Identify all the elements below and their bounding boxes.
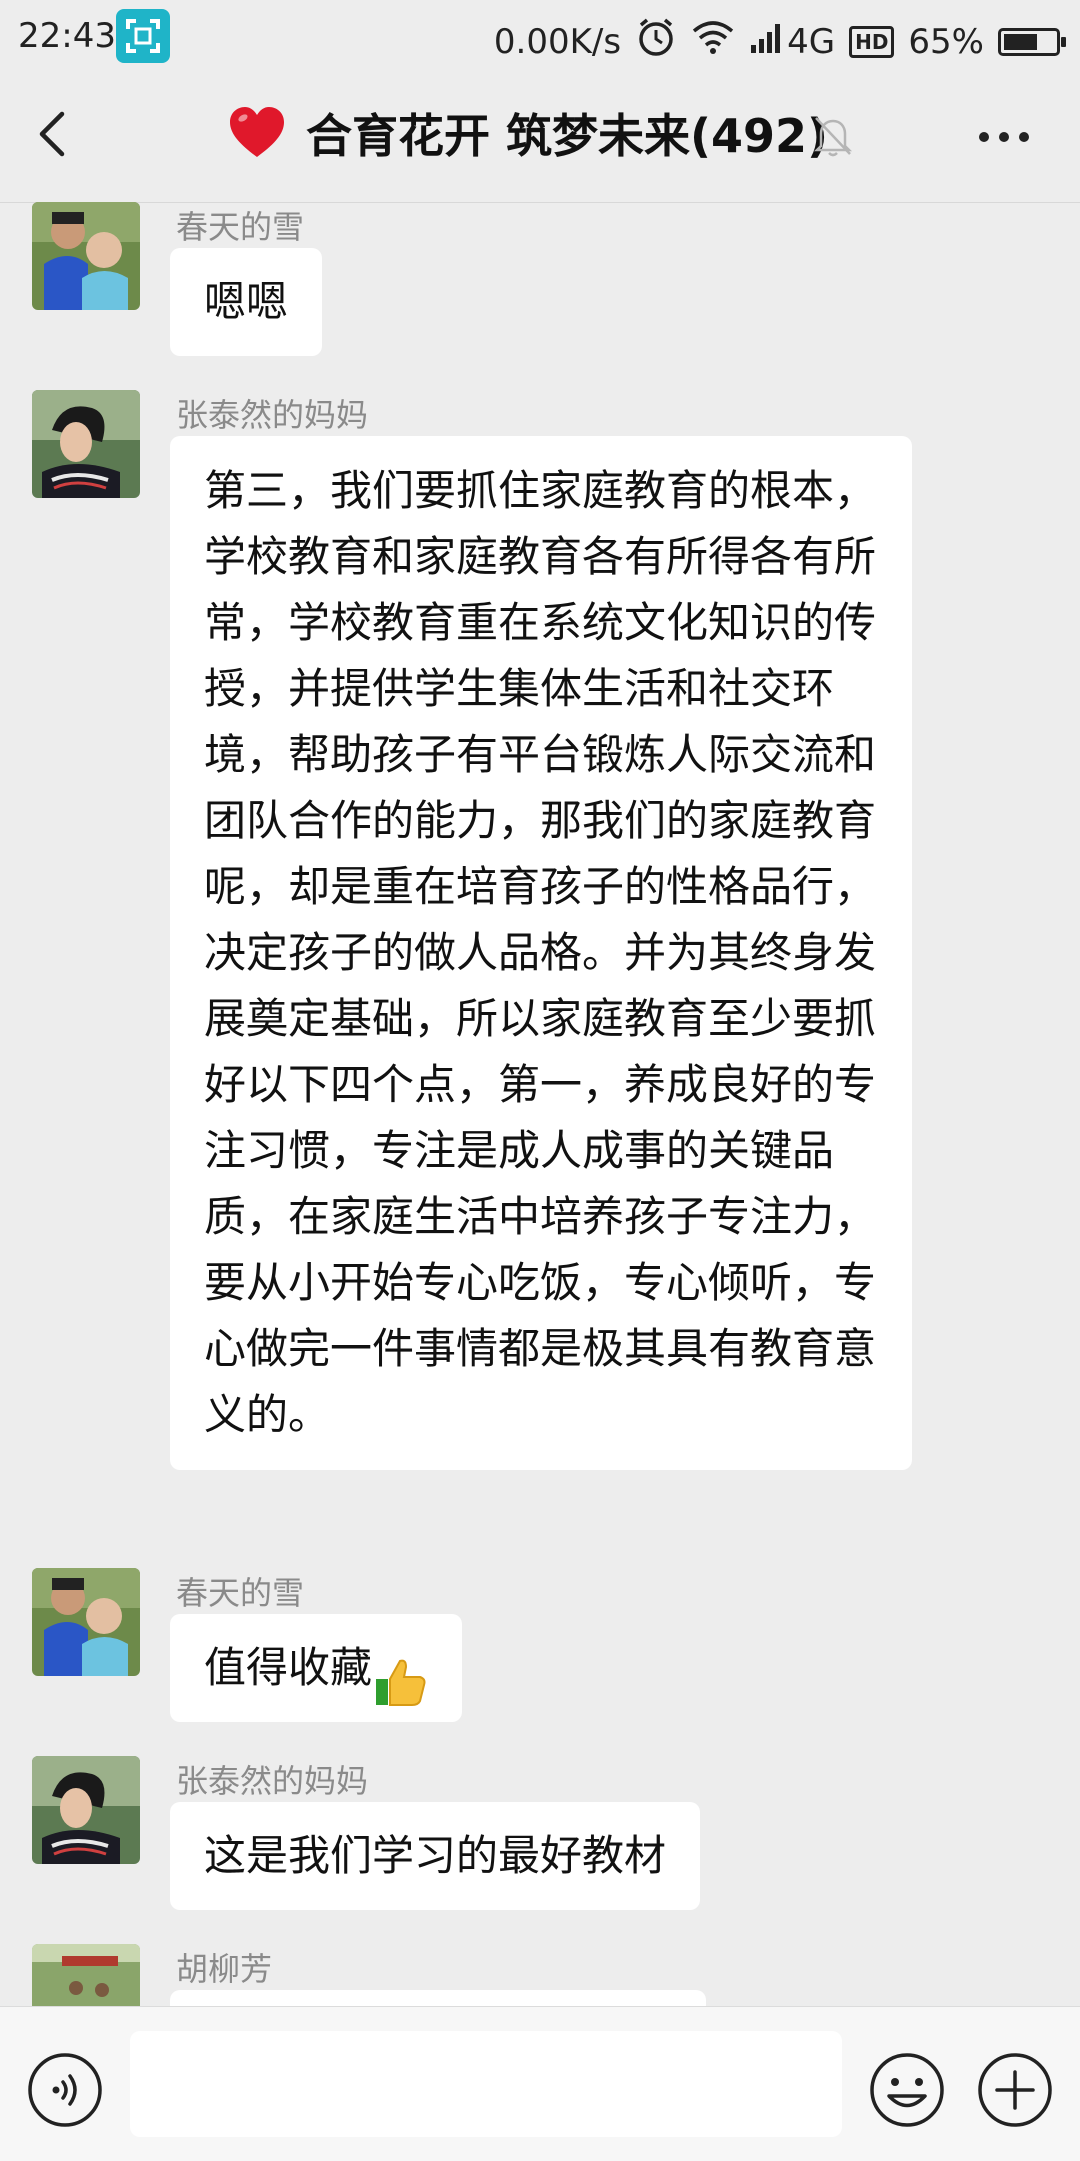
sender-name: 春天的雪 — [176, 1574, 305, 1612]
battery-text: 65% — [908, 21, 984, 62]
chevron-left-icon[interactable] — [26, 104, 86, 164]
avatar[interactable] — [32, 202, 140, 310]
sender-name: 胡柳芳 — [176, 1950, 273, 1988]
page-title: 合育花开 筑梦未来(492) — [306, 109, 829, 163]
message-bubble[interactable]: 这是我们学习的最好教材 — [170, 1802, 701, 1910]
status-bar: 22:43 0.00K/s 4G HD 65% — [0, 0, 1080, 74]
avatar[interactable] — [32, 390, 140, 498]
heart-icon — [228, 105, 286, 161]
screenshot-icon — [116, 9, 170, 63]
more-dots-icon[interactable] — [976, 112, 1032, 162]
message-bubble[interactable]: 第三，我们要抓住家庭教育的根本，学校教育和家庭教育各有所得各有所常，学校教育重在… — [170, 436, 912, 1470]
avatar[interactable] — [32, 1944, 140, 2006]
wifi-icon — [691, 19, 735, 64]
sender-name: 张泰然的妈妈 — [176, 396, 369, 434]
signal-icon — [749, 21, 785, 62]
avatar[interactable] — [32, 1756, 140, 1864]
message-input[interactable] — [130, 2031, 842, 2137]
sender-name: 张泰然的妈妈 — [176, 1762, 369, 1800]
avatar[interactable] — [32, 1568, 140, 1676]
hd-badge: HD — [849, 25, 895, 58]
thumbs-up-emoji — [372, 1643, 428, 1706]
alarm-icon — [635, 16, 677, 67]
plus-icon[interactable] — [976, 2051, 1054, 2129]
emoji-icon[interactable] — [868, 2051, 946, 2129]
voice-icon[interactable] — [26, 2051, 104, 2129]
message-bubble[interactable]: 值得收藏 — [170, 1614, 463, 1722]
battery-icon — [998, 27, 1066, 56]
message-bubble[interactable]: 嗯嗯 — [170, 248, 323, 356]
network-type: 4G — [787, 21, 836, 62]
chat-header: 合育花开 筑梦未来(492) — [0, 74, 1080, 203]
input-bar — [0, 2006, 1080, 2161]
status-time: 22:43 — [18, 16, 116, 56]
message-text: 值得收藏 — [204, 1643, 373, 1692]
message-bubble[interactable] — [170, 1990, 706, 2006]
header-title-group: 合育花开 筑梦未来(492) — [228, 100, 828, 166]
sender-name: 春天的雪 — [176, 208, 305, 246]
network-speed: 0.00K/s — [493, 21, 622, 62]
bell-off-icon — [812, 114, 854, 158]
